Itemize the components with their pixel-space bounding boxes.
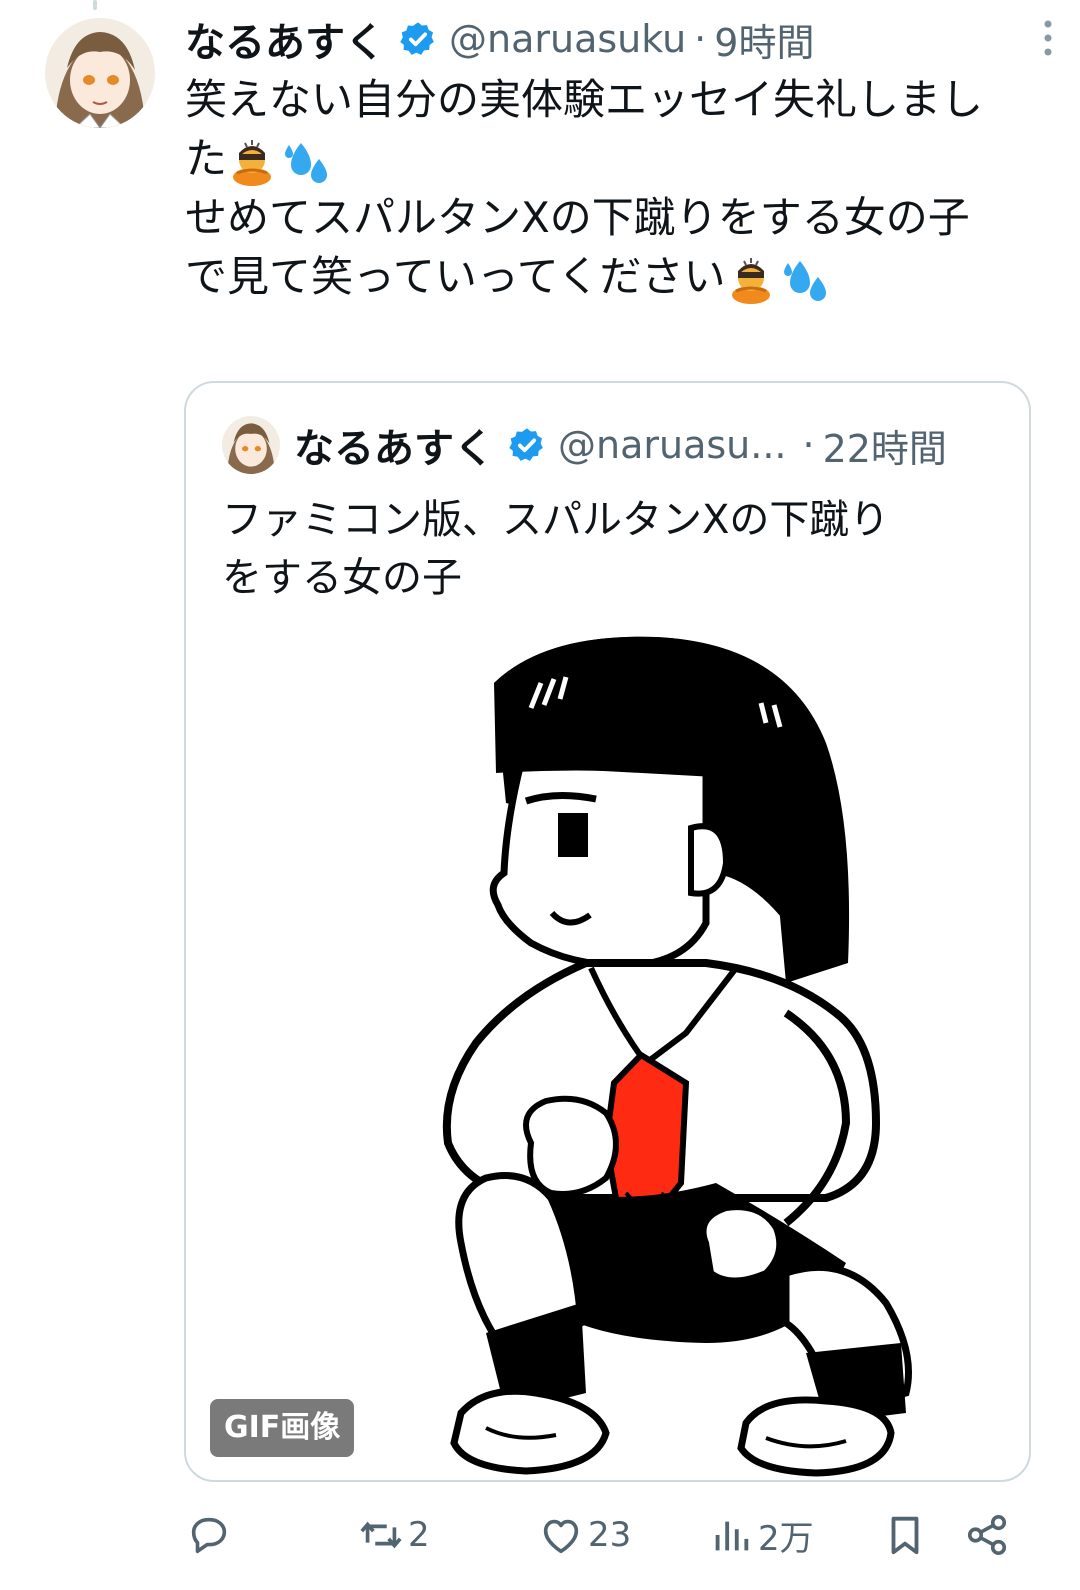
views-button[interactable]: 2万 — [708, 1500, 814, 1570]
quoted-tweet-header: なるあすく @naruasu... · 22時間 — [222, 413, 1002, 477]
gif-badge: GIF画像 — [210, 1399, 355, 1457]
tweet-action-bar: 2 23 2万 — [180, 1500, 1040, 1570]
person-bowing-emoji-icon — [233, 139, 272, 186]
retweet-count: 2 — [408, 1515, 430, 1555]
separator-dot: · — [802, 423, 815, 467]
share-icon — [967, 1514, 1007, 1556]
like-icon — [543, 1519, 579, 1554]
sweat-droplets-emoji-icon — [285, 142, 328, 183]
quoted-author-handle: @naruasu... — [558, 423, 787, 467]
tweet-text-line: で見て笑っていってください — [185, 247, 1045, 306]
tweet-text-line: た — [185, 129, 1045, 188]
retweet-icon — [360, 1521, 402, 1549]
quoted-tweet-timestamp: 22時間 — [822, 426, 947, 471]
sweat-droplets-emoji-icon — [783, 260, 826, 301]
author-name[interactable]: なるあすく — [185, 10, 385, 68]
thread-connector-line — [93, 0, 97, 10]
more-vertical-icon[interactable] — [1028, 8, 1068, 68]
quoted-text-line: ファミコン版、スパルタンXの下蹴り — [222, 497, 890, 543]
views-count: 2万 — [758, 1518, 814, 1559]
quoted-author-name: なるあすく — [294, 426, 494, 472]
author-avatar[interactable] — [45, 18, 155, 128]
quoted-author-avatar — [222, 416, 280, 474]
person-bowing-emoji-icon — [731, 257, 770, 304]
share-button[interactable] — [964, 1500, 1010, 1570]
girl-squatting-illustration — [442, 636, 912, 1477]
reply-button[interactable] — [186, 1500, 236, 1570]
quoted-text-line: をする女の子 — [222, 555, 462, 601]
tweet-text-line: せめてスパルタンXの下蹴りをする女の子 — [185, 193, 970, 242]
verified-badge-icon — [400, 22, 434, 55]
bookmark-icon — [891, 1516, 919, 1555]
tweet-text-line: 笑えない自分の実体験エッセイ失礼しまし — [185, 75, 984, 124]
tweet-header: なるあすく @naruasuku · 9時間 — [185, 10, 1050, 68]
separator-dot: · — [694, 17, 707, 61]
reply-icon — [191, 1517, 227, 1554]
author-handle[interactable]: @naruasuku — [449, 17, 686, 61]
verified-badge-icon — [509, 428, 543, 461]
like-button[interactable]: 23 — [538, 1500, 631, 1570]
tweet-text: 笑えない自分の実体験エッセイ失礼しました せめてスパルタンXの下蹴りをする女の子… — [185, 70, 1045, 306]
tweet-timestamp[interactable]: 9時間 — [714, 12, 814, 67]
views-icon — [715, 1521, 749, 1551]
quoted-tweet-card[interactable]: なるあすく @naruasu... · 22時間 ファミコン版、スパルタンXの下… — [184, 381, 1031, 1482]
gif-media[interactable] — [186, 623, 1029, 1480]
retweet-button[interactable]: 2 — [358, 1500, 430, 1570]
bookmark-button[interactable] — [882, 1500, 928, 1570]
quoted-tweet-text: ファミコン版、スパルタンXの下蹴り をする女の子 — [222, 491, 982, 607]
like-count: 23 — [588, 1515, 632, 1555]
